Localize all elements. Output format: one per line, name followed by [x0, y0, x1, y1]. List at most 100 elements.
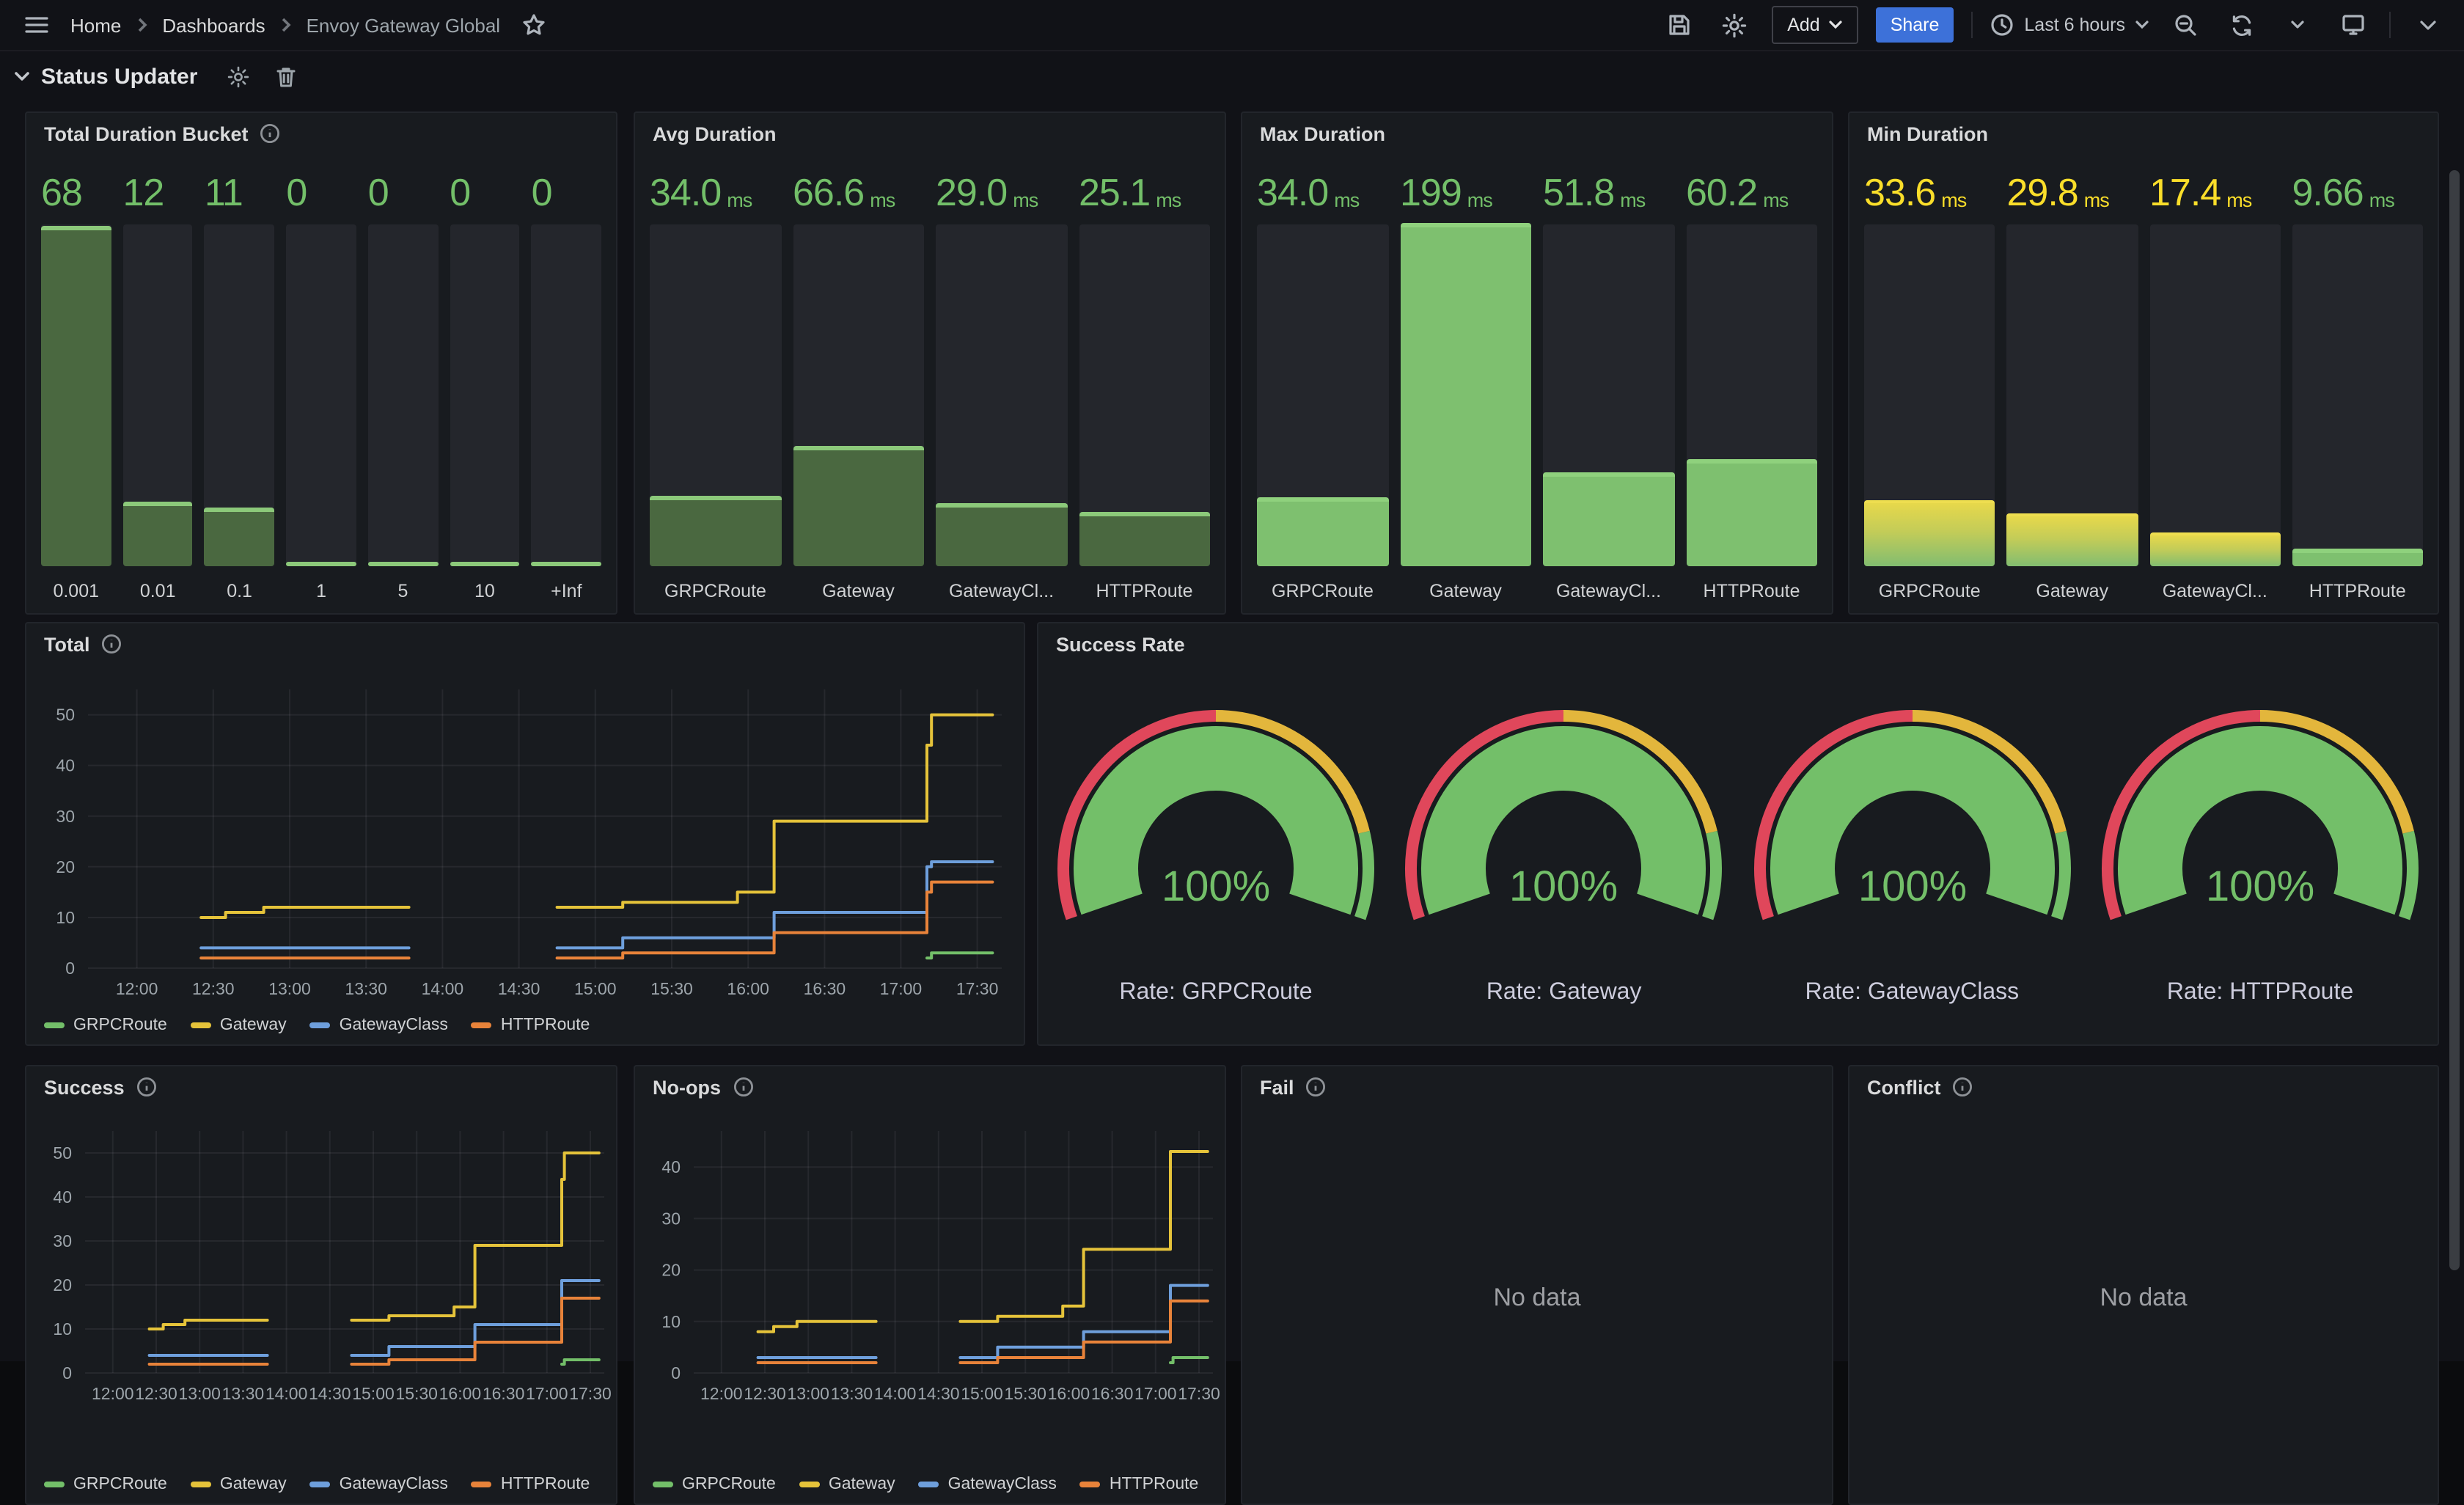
info-icon[interactable]	[1953, 1077, 1973, 1097]
legend-item[interactable]: GRPCRoute	[44, 1017, 167, 1034]
row-title[interactable]: Status Updater	[41, 64, 197, 89]
legend-item[interactable]: HTTPRoute	[1080, 1476, 1198, 1493]
hamburger-menu-button[interactable]	[18, 6, 56, 44]
legend-item[interactable]: HTTPRoute	[472, 1017, 590, 1034]
bar-track	[1686, 224, 1817, 566]
legend-item[interactable]: HTTPRoute	[472, 1476, 590, 1493]
bar-column: 110.1	[205, 166, 274, 601]
scrollbar-thumb[interactable]	[2449, 170, 2460, 1270]
svg-text:50: 50	[56, 706, 75, 725]
refresh-button[interactable]	[2222, 6, 2260, 44]
legend-item[interactable]: GatewayClass	[919, 1476, 1057, 1493]
gauge-label: Rate: GatewayClass	[1805, 980, 2019, 1006]
bar-fill	[122, 502, 192, 566]
panel-title[interactable]: Max Duration	[1242, 113, 1832, 154]
bar-column: 05	[368, 166, 438, 601]
bar-column: 010	[450, 166, 519, 601]
panel-title[interactable]: Total	[26, 623, 1024, 664]
save-dashboard-button[interactable]	[1660, 6, 1698, 44]
bar-column: 9.66msHTTPRoute	[2292, 166, 2424, 601]
bar-gauge-max: 34.0msGRPCRoute199msGateway51.8msGateway…	[1257, 166, 1817, 601]
gear-icon	[1722, 12, 1747, 37]
total-chart[interactable]: 12:0012:3013:0013:3014:0014:3015:0015:30…	[26, 623, 1024, 1044]
breadcrumb-home[interactable]: Home	[70, 14, 121, 36]
bar-fill	[41, 225, 111, 566]
bar-label: GRPCRoute	[1864, 566, 1995, 601]
svg-text:13:30: 13:30	[222, 1384, 265, 1403]
bar-label: HTTPRoute	[1079, 566, 1210, 601]
svg-text:13:30: 13:30	[345, 979, 387, 998]
bar-track	[1257, 224, 1388, 566]
kiosk-mode-button[interactable]	[2333, 6, 2372, 44]
legend-item[interactable]: Gateway	[191, 1017, 287, 1034]
svg-text:15:30: 15:30	[1004, 1384, 1046, 1403]
info-icon[interactable]	[733, 1077, 753, 1097]
chevron-right-icon	[136, 18, 147, 32]
dashboard-settings-button[interactable]	[1715, 6, 1753, 44]
svg-text:10: 10	[53, 1319, 72, 1339]
info-icon[interactable]	[1306, 1077, 1327, 1097]
row-collapse-chevron-icon[interactable]	[15, 71, 29, 81]
toolbar-collapse-button[interactable]	[2408, 6, 2446, 44]
legend-item[interactable]: GRPCRoute	[653, 1476, 776, 1493]
legend-item[interactable]: Gateway	[799, 1476, 895, 1493]
svg-text:12:30: 12:30	[744, 1384, 786, 1403]
noops-chart[interactable]: 12:0012:3013:0013:3014:0014:3015:0015:30…	[635, 1066, 1225, 1504]
svg-text:16:00: 16:00	[439, 1384, 482, 1403]
legend-item[interactable]: GatewayClass	[310, 1017, 448, 1034]
panel-title[interactable]: Success Rate	[1038, 623, 2438, 664]
bar-label: GRPCRoute	[1257, 566, 1388, 601]
legend-item[interactable]: GRPCRoute	[44, 1476, 167, 1493]
bar-column: 17.4msGatewayCl...	[2149, 166, 2281, 601]
bar-value: 0	[368, 166, 438, 216]
svg-text:14:00: 14:00	[874, 1384, 917, 1403]
bar-track	[1400, 224, 1531, 566]
add-panel-button[interactable]: Add	[1771, 6, 1858, 44]
row-settings-gear-icon[interactable]	[227, 65, 249, 87]
success-chart[interactable]: 12:0012:3013:0013:3014:0014:3015:0015:30…	[26, 1066, 616, 1504]
refresh-interval-dropdown[interactable]	[2278, 6, 2316, 44]
time-range-picker[interactable]: Last 6 hours	[1990, 13, 2149, 37]
panel-title[interactable]: Avg Duration	[635, 113, 1225, 154]
gauge-label: Rate: GRPCRoute	[1119, 980, 1312, 1006]
panel-title[interactable]: No-ops	[635, 1066, 1225, 1107]
toolbar-actions: Add Share Last 6 hours	[1660, 6, 2446, 44]
bar-fill	[793, 446, 924, 566]
bar-value: 17.4ms	[2149, 166, 2281, 216]
info-icon[interactable]	[136, 1077, 157, 1097]
bar-column: 199msGateway	[1400, 166, 1531, 601]
hamburger-icon	[23, 12, 50, 38]
zoom-out-time-button[interactable]	[2166, 6, 2204, 44]
svg-text:10: 10	[661, 1312, 681, 1331]
panel-total-duration-bucket: Total Duration Bucket 680.001120.01110.1…	[25, 111, 617, 615]
panel-title[interactable]: Fail	[1242, 1066, 1832, 1107]
info-icon[interactable]	[102, 634, 122, 654]
info-icon[interactable]	[260, 123, 281, 144]
svg-text:0: 0	[65, 959, 75, 978]
svg-text:14:30: 14:30	[309, 1384, 351, 1403]
bar-track	[1543, 224, 1674, 566]
share-button[interactable]: Share	[1876, 7, 1954, 43]
legend-item[interactable]: Gateway	[191, 1476, 287, 1493]
bar-label: 1	[286, 566, 356, 601]
chevron-down-icon	[2419, 20, 2435, 30]
svg-text:16:30: 16:30	[804, 979, 846, 998]
svg-text:10: 10	[56, 908, 75, 927]
svg-text:17:30: 17:30	[1178, 1384, 1220, 1403]
bar-track	[2149, 224, 2281, 566]
bar-track	[2007, 224, 2138, 566]
panel-title[interactable]: Min Duration	[1849, 113, 2438, 154]
breadcrumb-current-dashboard[interactable]: Envoy Gateway Global	[307, 14, 500, 36]
favorite-star-button[interactable]	[515, 6, 553, 44]
bar-value: 34.0ms	[1257, 166, 1388, 216]
gauge: 100%Rate: GRPCRoute	[1047, 707, 1385, 1006]
breadcrumb-dashboards[interactable]: Dashboards	[162, 14, 265, 36]
legend-item[interactable]: GatewayClass	[310, 1476, 448, 1493]
panel-title[interactable]: Success	[26, 1066, 616, 1107]
panel-title[interactable]: Total Duration Bucket	[26, 113, 616, 154]
bar-track	[368, 224, 438, 566]
row-delete-trash-icon[interactable]	[275, 65, 296, 87]
bar-column: 29.0msGatewayCl...	[936, 166, 1067, 601]
panel-title[interactable]: Conflict	[1849, 1066, 2438, 1107]
bar-column: 25.1msHTTPRoute	[1079, 166, 1210, 601]
